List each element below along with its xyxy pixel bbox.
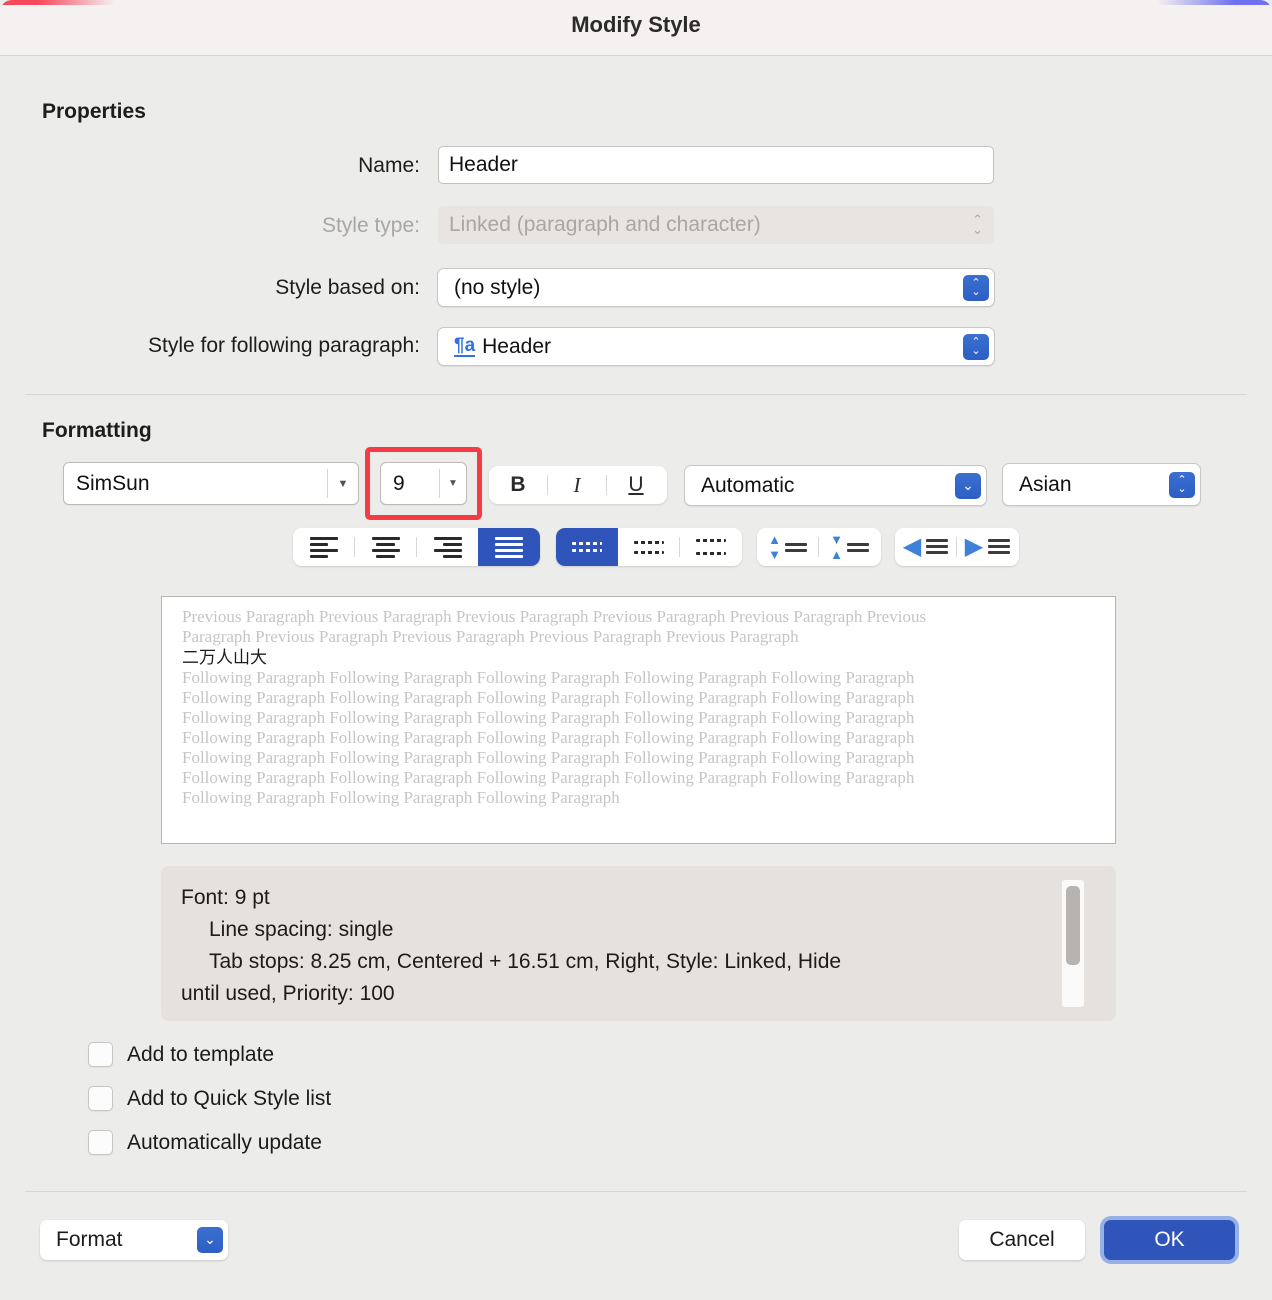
ok-button[interactable]: OK xyxy=(1104,1220,1235,1260)
font-name-combo[interactable]: SimSun ▼ xyxy=(63,462,359,505)
alignment-toolbar[interactable] xyxy=(293,528,540,566)
add-to-template-checkbox[interactable] xyxy=(88,1042,113,1067)
add-to-quick-style-list-checkbox[interactable] xyxy=(88,1086,113,1111)
line-spacing-1-5-button[interactable] xyxy=(618,528,679,566)
properties-section-title: Properties xyxy=(42,100,146,123)
footer-divider xyxy=(25,1191,1247,1192)
preview-sample-text: 二万人山大 xyxy=(182,648,267,667)
name-label: Name: xyxy=(358,154,420,177)
font-size-combo[interactable]: 9 ▼ xyxy=(380,462,467,505)
preview-previous-line: Paragraph Previous Paragraph Previous Pa… xyxy=(182,627,799,646)
style-for-following-paragraph-label: Style for following paragraph: xyxy=(148,334,420,357)
description-line: Line spacing: single xyxy=(209,918,394,941)
preview-following-line: Following Paragraph Following Paragraph … xyxy=(182,728,915,747)
preview-following-line: Following Paragraph Following Paragraph … xyxy=(182,768,915,787)
add-to-template-row[interactable]: Add to template xyxy=(88,1042,274,1067)
align-center-icon xyxy=(371,536,400,558)
automatically-update-label: Automatically update xyxy=(127,1130,322,1154)
chevron-updown-icon[interactable]: ⌃ ⌄ xyxy=(963,274,989,301)
style-for-following-paragraph-popup[interactable]: ¶a Header ⌃ ⌄ xyxy=(437,327,995,366)
decrease-paragraph-spacing-icon: ▲ ▼ xyxy=(768,533,807,561)
preview-following-line: Following Paragraph Following Paragraph … xyxy=(182,788,620,807)
style-based-on-label: Style based on: xyxy=(275,276,420,299)
style-preview-pane: Previous Paragraph Previous Paragraph Pr… xyxy=(161,596,1116,844)
style-based-on-value: (no style) xyxy=(454,275,541,299)
modify-style-dialog: Modify Style Properties Name: Header Sty… xyxy=(0,0,1272,1300)
description-line: Font: 9 pt xyxy=(181,886,270,909)
format-menu-button[interactable]: Format ⌄ xyxy=(40,1220,228,1260)
description-line: Tab stops: 8.25 cm, Centered + 16.51 cm,… xyxy=(209,950,842,973)
chevron-down-icon[interactable]: ▼ xyxy=(440,478,466,489)
increase-paragraph-spacing-icon: ▼ ▲ xyxy=(830,533,869,561)
line-spacing-1-5-icon xyxy=(633,540,664,554)
chevron-down-icon[interactable]: ⌄ xyxy=(955,472,981,499)
chevron-updown-icon: ⌃ ⌄ xyxy=(972,212,983,237)
underline-button[interactable]: U xyxy=(607,466,665,504)
preview-following-line: Following Paragraph Following Paragraph … xyxy=(182,668,915,687)
style-based-on-popup[interactable]: (no style) ⌃ ⌄ xyxy=(437,268,995,307)
increase-indent-button[interactable]: ▶ xyxy=(957,528,1018,566)
align-right-icon xyxy=(433,536,462,558)
line-spacing-double-icon xyxy=(695,539,726,555)
add-to-template-label: Add to template xyxy=(127,1042,275,1066)
decrease-indent-button[interactable]: ◀ xyxy=(895,528,956,566)
style-type-label: Style type: xyxy=(321,214,420,237)
description-scrollbar-thumb[interactable] xyxy=(1066,886,1080,965)
preview-following-line: Following Paragraph Following Paragraph … xyxy=(182,688,915,707)
preview-previous-line: Previous Paragraph Previous Paragraph Pr… xyxy=(182,607,927,626)
preview-following-line: Following Paragraph Following Paragraph … xyxy=(182,708,915,727)
align-justify-icon xyxy=(495,536,523,558)
paragraph-character-style-icon: ¶a xyxy=(454,335,476,357)
description-line: until used, Priority: 100 xyxy=(181,982,395,1005)
automatically-update-row[interactable]: Automatically update xyxy=(88,1130,322,1155)
formatting-section-title: Formatting xyxy=(42,419,152,442)
chevron-updown-icon[interactable]: ⌃ ⌄ xyxy=(1169,471,1195,498)
font-name-value: SimSun xyxy=(76,471,150,495)
format-menu-label: Format xyxy=(56,1228,123,1251)
align-right-button[interactable] xyxy=(417,528,478,566)
font-color-value: Automatic xyxy=(701,473,795,497)
decrease-paragraph-spacing-button[interactable]: ▲ ▼ xyxy=(757,528,818,566)
increase-indent-icon: ▶ xyxy=(965,534,1011,558)
add-to-quick-style-list-label: Add to Quick Style list xyxy=(127,1086,332,1110)
dialog-title: Modify Style xyxy=(571,12,701,37)
automatically-update-checkbox[interactable] xyxy=(88,1130,113,1155)
font-color-popup[interactable]: Automatic ⌄ xyxy=(684,465,987,506)
font-size-value: 9 xyxy=(393,471,405,495)
style-for-following-paragraph-value: Header xyxy=(482,334,552,358)
line-spacing-single-icon xyxy=(572,542,602,552)
italic-button[interactable]: I xyxy=(548,466,606,504)
increase-paragraph-spacing-button[interactable]: ▼ ▲ xyxy=(819,528,880,566)
bold-button[interactable]: B xyxy=(489,466,547,504)
align-justify-button[interactable] xyxy=(478,528,540,566)
line-spacing-double-button[interactable] xyxy=(680,528,741,566)
indent-toolbar[interactable]: ◀ ▶ xyxy=(895,528,1019,566)
align-left-button[interactable] xyxy=(293,528,354,566)
dialog-titlebar: Modify Style xyxy=(0,0,1272,56)
style-name-input[interactable]: Header xyxy=(438,146,994,184)
add-to-quick-style-list-row[interactable]: Add to Quick Style list xyxy=(88,1086,331,1111)
text-style-toolbar[interactable]: B I U xyxy=(489,466,667,504)
decrease-indent-icon: ◀ xyxy=(903,534,949,558)
chevron-down-icon[interactable]: ⌄ xyxy=(197,1227,223,1253)
align-left-icon xyxy=(309,536,338,558)
chevron-updown-icon[interactable]: ⌃ ⌄ xyxy=(963,333,989,360)
paragraph-spacing-toolbar[interactable]: ▲ ▼ ▼ ▲ xyxy=(757,528,881,566)
window-accent-edge xyxy=(0,0,1272,5)
chevron-down-icon[interactable]: ▼ xyxy=(328,478,358,490)
align-center-button[interactable] xyxy=(355,528,416,566)
line-spacing-single-button[interactable] xyxy=(556,528,618,566)
section-divider xyxy=(25,394,1247,395)
preview-following-line: Following Paragraph Following Paragraph … xyxy=(182,748,915,767)
cancel-button[interactable]: Cancel xyxy=(959,1220,1085,1260)
line-spacing-toolbar[interactable] xyxy=(556,528,742,566)
style-description-pane: Font: 9 pt Line spacing: single Tab stop… xyxy=(161,866,1116,1021)
style-type-select: Linked (paragraph and character) ⌃ ⌄ xyxy=(438,206,994,244)
script-set-value: Asian xyxy=(1019,472,1072,496)
style-type-value: Linked (paragraph and character) xyxy=(449,213,761,236)
script-set-popup[interactable]: Asian ⌃ ⌄ xyxy=(1002,463,1201,506)
